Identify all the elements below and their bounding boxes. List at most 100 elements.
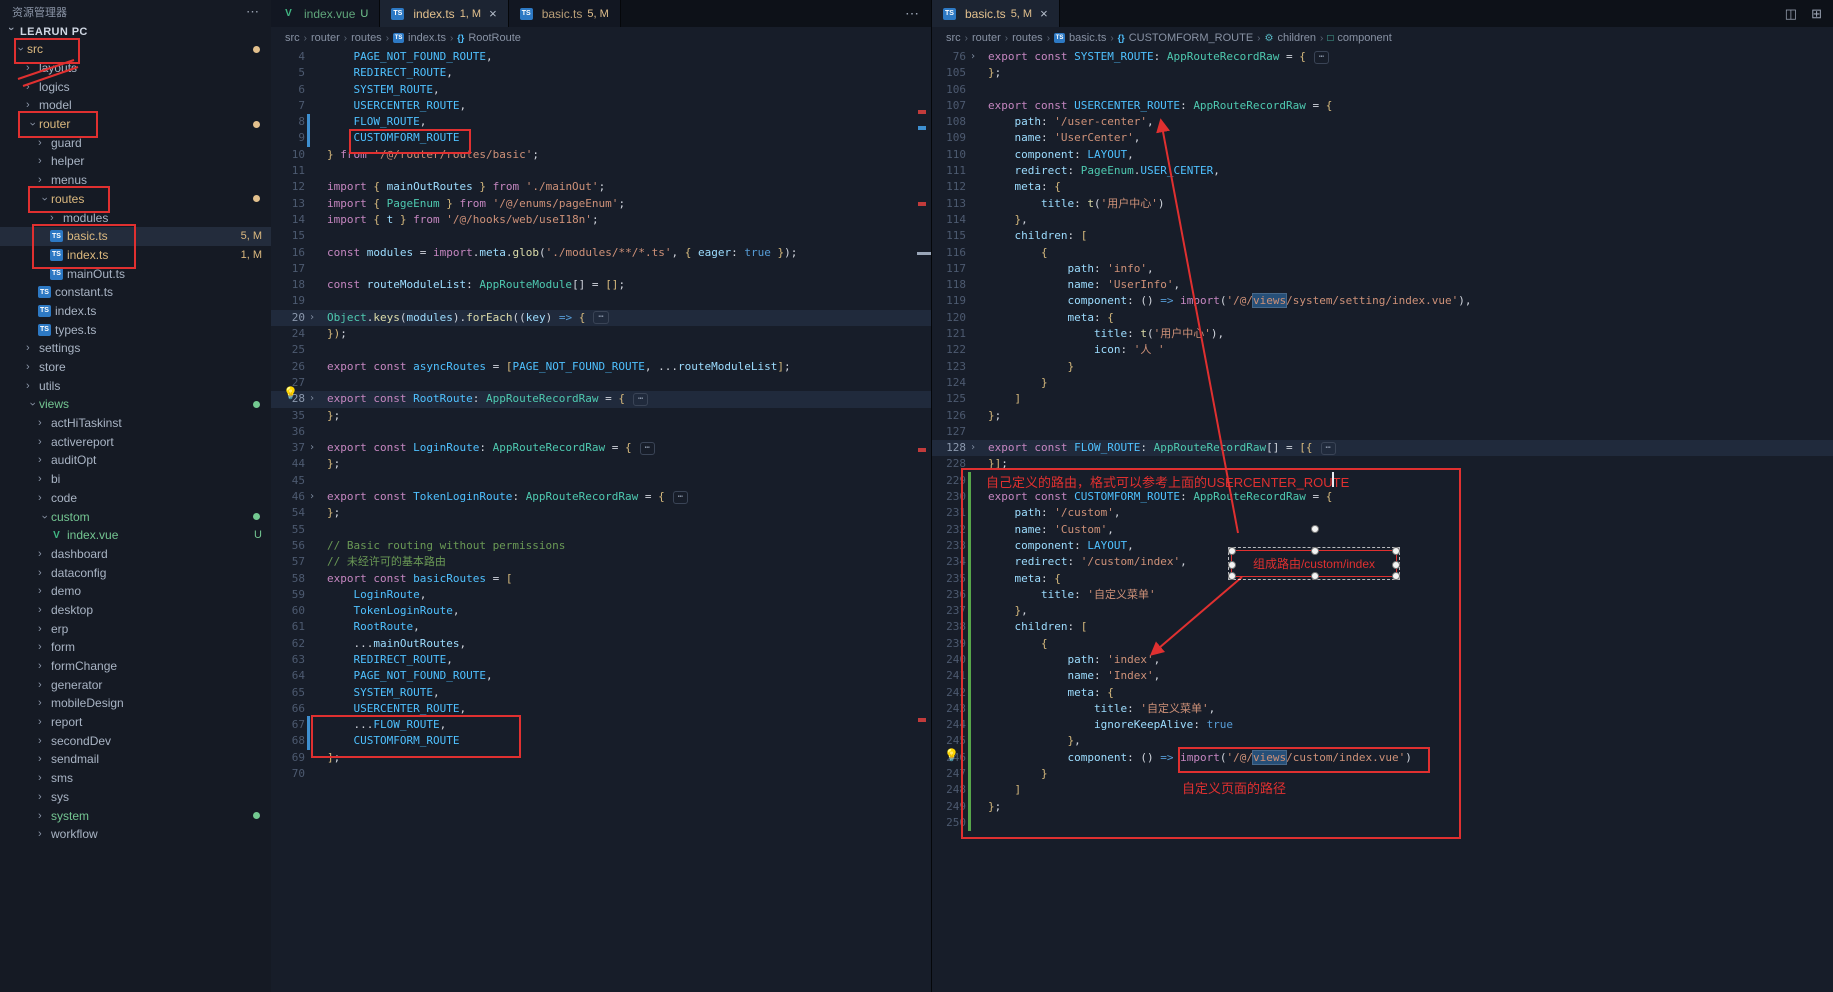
code-line-111[interactable]: 111 redirect: PageEnum.USER_CENTER,	[932, 163, 1833, 179]
tree-item-formChange[interactable]: ›formChange	[0, 657, 271, 676]
code-line-115[interactable]: 115 children: [	[932, 228, 1833, 244]
editor-right[interactable]: 76›export const SYSTEM_ROUTE: AppRouteRe…	[932, 49, 1833, 992]
code-line-7[interactable]: 7 USERCENTER_ROUTE,	[271, 98, 931, 114]
tree-item-system[interactable]: ›system	[0, 806, 271, 825]
resize-handle[interactable]	[1392, 561, 1400, 569]
tree-item-bi[interactable]: ›bi	[0, 470, 271, 489]
editor-middle[interactable]: 4 PAGE_NOT_FOUND_ROUTE,5 REDIRECT_ROUTE,…	[271, 49, 931, 992]
code-line-245[interactable]: 245 },	[932, 733, 1833, 749]
breadcrumb-item-src[interactable]: src	[285, 32, 300, 44]
code-line-70[interactable]: 70	[271, 766, 931, 782]
fold-chevron-icon[interactable]: ›	[305, 310, 319, 326]
code-line-128[interactable]: 128›export const FLOW_ROUTE: AppRouteRec…	[932, 440, 1833, 456]
customize-layout-icon[interactable]: ⊞	[1811, 6, 1822, 22]
code-line-11[interactable]: 11	[271, 163, 931, 179]
code-line-57[interactable]: 57// 未经许可的基本路由	[271, 554, 931, 570]
code-line-241[interactable]: 241 name: 'Index',	[932, 668, 1833, 684]
code-line-232[interactable]: 232 name: 'Custom',	[932, 522, 1833, 538]
code-line-15[interactable]: 15	[271, 228, 931, 244]
tree-item-index.vue[interactable]: Vindex.vueU	[0, 526, 271, 545]
tab-basic.ts[interactable]: TSbasic.ts5, M	[509, 0, 621, 27]
fold-ellipsis[interactable]: ⋯	[673, 491, 688, 504]
code-line-8[interactable]: 8 FLOW_ROUTE,	[271, 114, 931, 130]
code-line-4[interactable]: 4 PAGE_NOT_FOUND_ROUTE,	[271, 49, 931, 65]
more-actions-icon[interactable]: ⋯	[893, 5, 931, 22]
tree-item-basic.ts[interactable]: TSbasic.ts5, M	[0, 227, 271, 246]
tree-item-auditOpt[interactable]: ›auditOpt	[0, 451, 271, 470]
fold-chevron-icon[interactable]: ›	[966, 49, 980, 65]
code-line-10[interactable]: 10} from '/@/router/routes/basic';	[271, 147, 931, 163]
workspace-section[interactable]: › LEARUN PC	[0, 24, 271, 40]
lightbulb-icon[interactable]: 💡	[283, 386, 298, 400]
tree-item-modules[interactable]: ›modules	[0, 208, 271, 227]
code-line-60[interactable]: 60 TokenLoginRoute,	[271, 603, 931, 619]
breadcrumb-item-children[interactable]: ⚙children	[1265, 32, 1317, 44]
code-line-58[interactable]: 58export const basicRoutes = [	[271, 571, 931, 587]
fold-chevron-icon[interactable]: ›	[305, 391, 319, 407]
code-line-114[interactable]: 114 },	[932, 212, 1833, 228]
tree-item-actHiTaskinst[interactable]: ›actHiTaskinst	[0, 414, 271, 433]
code-line-16[interactable]: 16const modules = import.meta.glob('./mo…	[271, 245, 931, 261]
code-line-44[interactable]: 44};	[271, 456, 931, 472]
code-line-109[interactable]: 109 name: 'UserCenter',	[932, 130, 1833, 146]
tree-item-generator[interactable]: ›generator	[0, 675, 271, 694]
code-line-19[interactable]: 19	[271, 293, 931, 309]
code-line-12[interactable]: 12import { mainOutRoutes } from './mainO…	[271, 179, 931, 195]
tree-item-code[interactable]: ›code	[0, 489, 271, 508]
code-line-126[interactable]: 126};	[932, 408, 1833, 424]
code-line-122[interactable]: 122 icon: '人 '	[932, 342, 1833, 358]
resize-handle[interactable]	[1228, 547, 1236, 555]
code-line-63[interactable]: 63 REDIRECT_ROUTE,	[271, 652, 931, 668]
tree-item-types.ts[interactable]: TStypes.ts	[0, 320, 271, 339]
code-line-125[interactable]: 125 ]	[932, 391, 1833, 407]
tree-item-mainOut.ts[interactable]: TSmainOut.ts	[0, 264, 271, 283]
fold-ellipsis[interactable]: ⋯	[1321, 442, 1336, 455]
code-line-113[interactable]: 113 title: t('用户中心')	[932, 196, 1833, 212]
code-line-107[interactable]: 107export const USERCENTER_ROUTE: AppRou…	[932, 98, 1833, 114]
code-line-238[interactable]: 238 children: [	[932, 619, 1833, 635]
code-line-119[interactable]: 119 component: () => import('/@/views/sy…	[932, 293, 1833, 309]
fold-ellipsis[interactable]: ⋯	[1314, 51, 1329, 64]
code-line-249[interactable]: 249};	[932, 799, 1833, 815]
code-line-18[interactable]: 18const routeModuleList: AppRouteModule[…	[271, 277, 931, 293]
tree-item-layouts[interactable]: ›layouts	[0, 59, 271, 78]
code-line-13[interactable]: 13import { PageEnum } from '/@/enums/pag…	[271, 196, 931, 212]
code-line-37[interactable]: 37›export const LoginRoute: AppRouteReco…	[271, 440, 931, 456]
resize-handle[interactable]	[1311, 572, 1319, 580]
tree-item-settings[interactable]: ›settings	[0, 339, 271, 358]
code-line-17[interactable]: 17	[271, 261, 931, 277]
breadcrumb-item-routes[interactable]: routes	[1012, 32, 1043, 44]
breadcrumb-item-router[interactable]: router	[311, 32, 340, 44]
tab-index.vue[interactable]: Vindex.vueU	[271, 0, 380, 27]
breadcrumb-item-index.ts[interactable]: TSindex.ts	[393, 32, 446, 44]
close-icon[interactable]: ×	[1040, 7, 1048, 20]
code-line-127[interactable]: 127	[932, 424, 1833, 440]
code-line-62[interactable]: 62 ...mainOutRoutes,	[271, 636, 931, 652]
code-line-68[interactable]: 68 CUSTOMFORM_ROUTE	[271, 733, 931, 749]
code-line-248[interactable]: 248 ]	[932, 782, 1833, 798]
resize-handle[interactable]	[1311, 547, 1319, 555]
code-line-24[interactable]: 24});	[271, 326, 931, 342]
code-line-6[interactable]: 6 SYSTEM_ROUTE,	[271, 82, 931, 98]
code-line-106[interactable]: 106	[932, 82, 1833, 98]
close-icon[interactable]: ×	[489, 7, 497, 20]
tree-item-activereport[interactable]: ›activereport	[0, 432, 271, 451]
tree-item-views[interactable]: ›views	[0, 395, 271, 414]
code-line-56[interactable]: 56// Basic routing without permissions	[271, 538, 931, 554]
code-line-243[interactable]: 243 title: '自定义菜单',	[932, 701, 1833, 717]
annotation-textbox-route-compose[interactable]: 组成路由/custom/index	[1231, 550, 1397, 577]
code-line-36[interactable]: 36	[271, 424, 931, 440]
tree-item-src[interactable]: ›src	[0, 40, 271, 59]
tree-item-sendmail[interactable]: ›sendmail	[0, 750, 271, 769]
tree-item-dataconfig[interactable]: ›dataconfig	[0, 563, 271, 582]
tree-item-store[interactable]: ›store	[0, 358, 271, 377]
code-line-105[interactable]: 105};	[932, 65, 1833, 81]
tree-item-guard[interactable]: ›guard	[0, 133, 271, 152]
code-line-46[interactable]: 46›export const TokenLoginRoute: AppRout…	[271, 489, 931, 505]
tree-item-index.ts[interactable]: TSindex.ts	[0, 302, 271, 321]
tree-item-dashboard[interactable]: ›dashboard	[0, 545, 271, 564]
code-line-118[interactable]: 118 name: 'UserInfo',	[932, 277, 1833, 293]
code-line-5[interactable]: 5 REDIRECT_ROUTE,	[271, 65, 931, 81]
breadcrumb-item-RootRoute[interactable]: {}RootRoute	[457, 32, 521, 44]
tree-item-sms[interactable]: ›sms	[0, 769, 271, 788]
